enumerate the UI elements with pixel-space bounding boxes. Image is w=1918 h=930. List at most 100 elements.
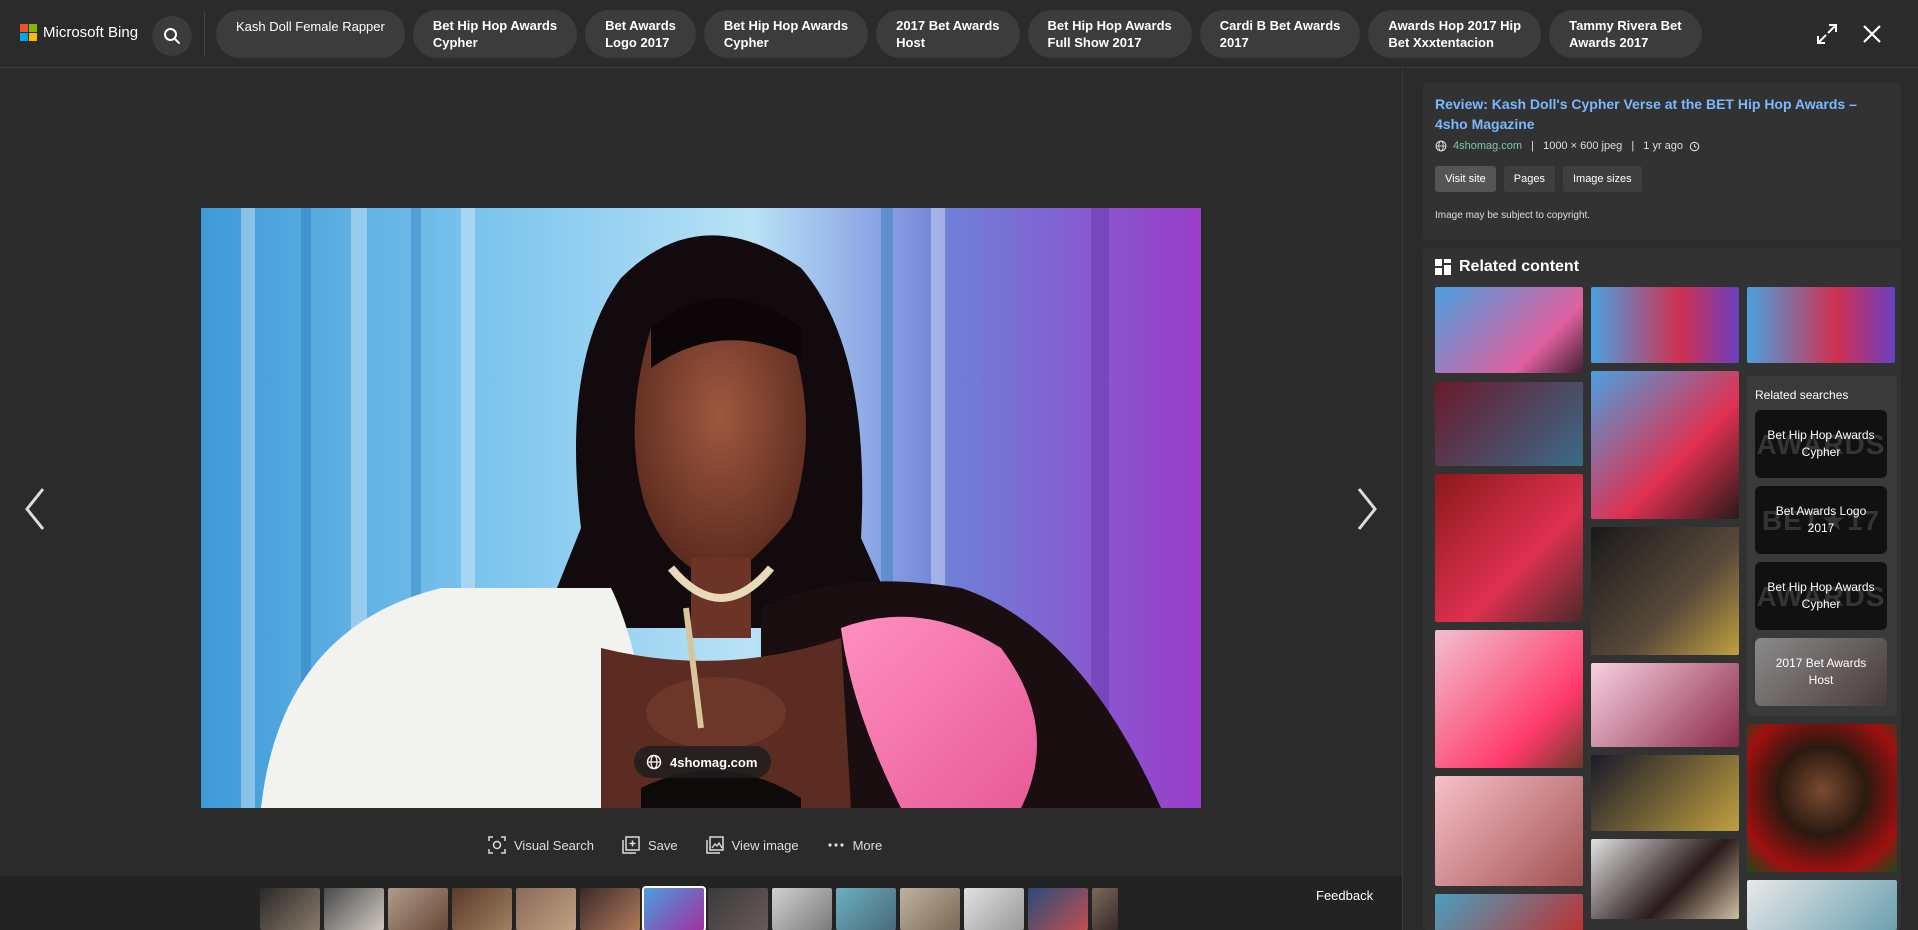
image-info-card: Review: Kash Doll's Cypher Verse at the … bbox=[1423, 82, 1901, 240]
chevron-right-icon bbox=[1357, 488, 1377, 530]
filmstrip-thumbnail-active[interactable] bbox=[642, 886, 706, 930]
related-image[interactable] bbox=[1747, 287, 1895, 363]
related-image[interactable] bbox=[1435, 894, 1583, 930]
microsoft-logo-icon bbox=[20, 24, 37, 41]
more-dots-icon bbox=[827, 843, 844, 847]
header-divider bbox=[204, 12, 205, 56]
filmstrip-thumbnail[interactable] bbox=[580, 888, 640, 930]
related-content-header: Related content bbox=[1435, 258, 1579, 276]
query-pill[interactable]: Kash Doll Female Rapper bbox=[216, 10, 405, 58]
bing-logo[interactable]: Microsoft Bing bbox=[20, 24, 138, 41]
history-icon bbox=[1689, 141, 1700, 151]
pages-button[interactable]: Pages bbox=[1503, 166, 1555, 192]
close-button[interactable] bbox=[1858, 20, 1886, 48]
filmstrip-thumbnail[interactable] bbox=[324, 888, 384, 930]
related-image[interactable] bbox=[1435, 776, 1583, 886]
query-pill[interactable]: 2017 Bet Awards Host bbox=[876, 10, 1020, 58]
query-pill[interactable]: Bet Hip Hop Awards Full Show 2017 bbox=[1027, 10, 1192, 58]
filmstrip-thumbnail[interactable] bbox=[772, 888, 832, 930]
view-image-button[interactable]: View image bbox=[705, 836, 799, 854]
related-image[interactable] bbox=[1747, 724, 1897, 872]
save-label: Save bbox=[647, 837, 678, 853]
image-age: 1 yr ago bbox=[1643, 140, 1684, 152]
view-image-icon bbox=[705, 836, 724, 854]
image-sizes-button[interactable]: Image sizes bbox=[1562, 166, 1642, 192]
filmstrip-thumbnail[interactable] bbox=[964, 888, 1024, 930]
filmstrip bbox=[260, 886, 1118, 930]
image-meta: 4shomag.com | 1000 × 600 jpeg | 1 yr ago bbox=[1435, 140, 1700, 152]
image-actions: Visual Search Save View image More bbox=[488, 836, 882, 854]
image-viewer: 4shomag.com bbox=[0, 69, 1402, 875]
query-pill[interactable]: Tammy Rivera Bet Awards 2017 bbox=[1549, 10, 1702, 58]
related-image[interactable] bbox=[1435, 287, 1583, 373]
close-icon bbox=[1863, 25, 1881, 43]
visual-search-button[interactable]: Visual Search bbox=[488, 836, 594, 854]
source-badge[interactable]: 4shomag.com bbox=[634, 746, 772, 778]
view-image-label: View image bbox=[731, 837, 799, 853]
filmstrip-thumbnail[interactable] bbox=[1092, 888, 1118, 930]
filmstrip-thumbnail[interactable] bbox=[836, 888, 896, 930]
related-image[interactable] bbox=[1591, 755, 1739, 831]
search-button[interactable] bbox=[152, 16, 192, 56]
feedback-link[interactable]: Feedback bbox=[1316, 888, 1373, 903]
chevron-left-icon bbox=[25, 488, 45, 530]
related-search-label: Bet Hip Hop Awards Cypher bbox=[1767, 580, 1875, 611]
related-image[interactable] bbox=[1435, 382, 1583, 466]
grid-icon bbox=[1435, 259, 1451, 275]
filmstrip-thumbnail[interactable] bbox=[708, 888, 768, 930]
more-button[interactable]: More bbox=[827, 836, 883, 854]
query-pill[interactable]: Bet Hip Hop Awards Cypher bbox=[703, 10, 869, 58]
image-title-link[interactable]: Review: Kash Doll's Cypher Verse at the … bbox=[1435, 94, 1885, 134]
query-pill[interactable]: Awards Hop 2017 Hip Bet Xxxtentacion bbox=[1368, 10, 1542, 58]
more-label: More bbox=[852, 837, 883, 853]
related-search-label: 2017 Bet Awards Host bbox=[1775, 656, 1867, 687]
brand-name: Microsoft Bing bbox=[43, 24, 139, 41]
filmstrip-thumbnail[interactable] bbox=[452, 888, 512, 930]
expand-icon bbox=[1817, 24, 1837, 44]
globe-icon bbox=[1435, 140, 1447, 152]
query-pill[interactable]: Bet Hip Hop Awards Cypher bbox=[412, 10, 578, 58]
related-image[interactable] bbox=[1591, 371, 1739, 519]
expand-button[interactable] bbox=[1813, 20, 1841, 48]
query-pill[interactable]: Cardi B Bet Awards 2017 bbox=[1199, 10, 1361, 58]
visual-search-icon bbox=[488, 836, 506, 854]
related-search-item[interactable]: 2017 Bet Awards Host bbox=[1755, 638, 1887, 706]
filmstrip-thumbnail[interactable] bbox=[900, 888, 960, 930]
related-image[interactable] bbox=[1435, 630, 1583, 768]
related-image[interactable] bbox=[1435, 474, 1583, 622]
globe-icon bbox=[646, 754, 662, 770]
query-pill[interactable]: Bet Awards Logo 2017 bbox=[585, 10, 696, 58]
previous-image-button[interactable] bbox=[15, 479, 55, 539]
filmstrip-thumbnail[interactable] bbox=[388, 888, 448, 930]
related-searches-box: Related searches AWARDS Bet Hip Hop Awar… bbox=[1747, 376, 1897, 716]
related-search-item[interactable]: AWARDS Bet Hip Hop Awards Cypher bbox=[1755, 410, 1887, 478]
filmstrip-thumbnail[interactable] bbox=[1028, 888, 1088, 930]
related-content-panel: Related content Related searches AWARDS … bbox=[1423, 248, 1901, 930]
related-image[interactable] bbox=[1591, 287, 1739, 363]
copyright-notice: Image may be subject to copyright. bbox=[1435, 210, 1591, 221]
related-query-pills: Kash Doll Female Rapper Bet Hip Hop Awar… bbox=[216, 10, 1702, 58]
next-image-button[interactable] bbox=[1347, 479, 1387, 539]
save-collection-icon bbox=[622, 836, 640, 854]
related-search-label: Bet Awards Logo 2017 bbox=[1775, 504, 1867, 535]
panel-divider bbox=[1402, 69, 1403, 930]
filmstrip-thumbnail[interactable] bbox=[260, 888, 320, 930]
filmstrip-thumbnail[interactable] bbox=[516, 888, 576, 930]
visit-site-button[interactable]: Visit site bbox=[1435, 166, 1496, 192]
related-image[interactable] bbox=[1747, 880, 1897, 930]
search-icon bbox=[164, 28, 180, 44]
related-image[interactable] bbox=[1591, 663, 1739, 747]
visual-search-label: Visual Search bbox=[514, 837, 594, 853]
save-button[interactable]: Save bbox=[622, 836, 678, 854]
related-search-item[interactable]: BET★17 Bet Awards Logo 2017 bbox=[1755, 486, 1887, 554]
top-header: Microsoft Bing Kash Doll Female Rapper B… bbox=[0, 0, 1918, 68]
related-content-title: Related content bbox=[1459, 258, 1580, 275]
image-dimensions: 1000 × 600 jpeg bbox=[1543, 140, 1623, 152]
meta-separator: | bbox=[1528, 140, 1538, 152]
related-image[interactable] bbox=[1591, 839, 1739, 919]
source-domain: 4shomag.com bbox=[670, 754, 758, 770]
related-search-item[interactable]: AWARDS Bet Hip Hop Awards Cypher bbox=[1755, 562, 1887, 630]
related-image[interactable] bbox=[1591, 527, 1739, 655]
source-domain-link[interactable]: 4shomag.com bbox=[1453, 140, 1522, 152]
main-image[interactable] bbox=[201, 208, 1201, 808]
